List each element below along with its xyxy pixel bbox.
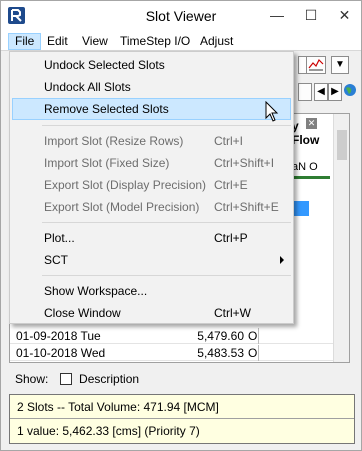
menu-separator [42,222,291,223]
show-label: Show: [15,372,49,386]
status-value: 1 value: 5,462.33 [cms] (Priority 7) [17,424,200,438]
selected-cell[interactable] [292,201,309,216]
menu-item-undock-selected-slots[interactable]: Undock Selected Slots [12,54,291,76]
slot-viewer-window: Slot Viewer — ☐ ✕ File Edit View TimeSte… [0,0,362,451]
mouse-cursor-icon [265,101,279,122]
menu-separator [42,275,291,276]
description-checkbox[interactable] [59,373,72,385]
submenu-arrow-icon [280,256,284,264]
menu-item-remove-selected-slots[interactable]: Remove Selected Slots [12,98,291,120]
toolbar-partial-button-2[interactable] [298,83,312,101]
row-date: 01-09-2018 Tue [16,329,101,343]
menu-item-import-slot-fixed[interactable]: Import Slot (Fixed Size) Ctrl+Shift+I [12,152,291,174]
menu-item-export-slot-model[interactable]: Export Slot (Model Precision) Ctrl+Shift… [12,196,291,218]
file-menu-dropdown: Undock Selected Slots Undock All Slots R… [9,51,294,324]
menu-view[interactable]: View [76,33,114,50]
menu-item-undock-all-slots[interactable]: Undock All Slots [12,76,291,98]
menu-edit[interactable]: Edit [41,33,74,50]
menu-item-plot[interactable]: Plot... Ctrl+P [12,227,291,249]
status-panel: 2 Slots -- Total Volume: 471.94 [MCM] 1 … [9,394,355,444]
show-options: Show: Description [15,371,139,387]
row-flag: O [248,346,258,360]
vertical-scrollbar[interactable] [333,114,349,362]
menu-bar: File Edit View TimeStep I/O Adjust [1,31,361,51]
row-date: 01-10-2018 Wed [16,346,106,360]
menu-file[interactable]: File [8,33,42,50]
close-column-icon[interactable]: ✕ [306,118,317,129]
menu-item-export-slot-display[interactable]: Export Slot (Display Precision) Ctrl+E [12,174,291,196]
row-flag: O [248,329,258,343]
plot-icon[interactable] [306,56,326,74]
scroll-left-icon[interactable]: ◀ [314,83,328,101]
row-value: 5,479.60 [197,329,244,343]
menu-item-sct[interactable]: SCT [12,249,291,271]
close-button[interactable]: ✕ [328,1,361,30]
status-divider [10,418,354,419]
minimize-button[interactable]: — [260,1,294,30]
table-row[interactable]: 01-09-2018 Tue 5,479.60 O [10,328,333,344]
menu-item-import-slot-resize[interactable]: Import Slot (Resize Rows) Ctrl+I [12,130,291,152]
title-bar: Slot Viewer — ☐ ✕ [1,1,361,31]
subheader-partial: aN O [292,161,318,173]
globe-icon[interactable] [342,83,358,101]
scrollbar-thumb[interactable] [337,130,347,160]
chevron-down-icon[interactable]: ▼ [331,56,349,74]
table-row[interactable]: 01-10-2018 Wed 5,483.53 O [10,345,333,361]
menu-adjust[interactable]: Adjust [194,33,239,50]
status-total-volume: 2 Slots -- Total Volume: 471.94 [MCM] [17,400,219,414]
description-label[interactable]: Description [79,372,139,386]
menu-item-show-workspace[interactable]: Show Workspace... [12,280,291,302]
column-divider [258,345,259,361]
scroll-right-icon[interactable]: ▶ [328,83,342,101]
menu-timestep-io[interactable]: TimeStep I/O [114,33,196,50]
maximize-button[interactable]: ☐ [294,1,328,30]
menu-item-close-window[interactable]: Close Window Ctrl+W [12,302,291,324]
menu-separator [42,125,291,126]
column-divider [258,328,259,344]
row-value: 5,483.53 [197,346,244,360]
